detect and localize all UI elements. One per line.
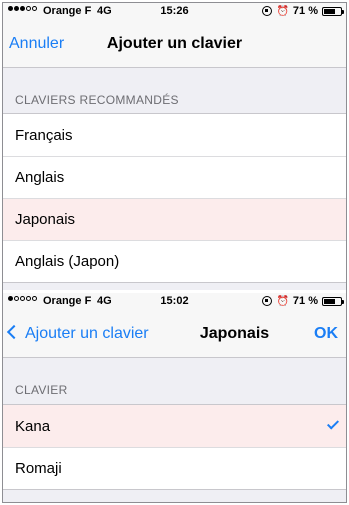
section-header-recommended: CLAVIERS RECOMMANDÉS [15, 93, 179, 107]
page-title: Ajouter un clavier [106, 35, 243, 52]
list-item-label: Français [15, 126, 73, 144]
ok-button[interactable]: OK [314, 325, 338, 343]
checkmark-icon [326, 417, 340, 430]
battery-percent: 71 % [292, 5, 318, 17]
alarm-icon: ⏰ [276, 5, 289, 17]
battery-percent: 71 % [292, 295, 318, 307]
keyboard-type-list: Kana Romaji [3, 404, 346, 490]
list-item-label: Romaji [15, 459, 62, 477]
list-item-anglais[interactable]: Anglais [3, 156, 346, 198]
page-title: Japonais [199, 325, 270, 342]
list-item-romaji[interactable]: Romaji [3, 447, 346, 489]
navigation-bar: Annuler Ajouter un clavier [3, 20, 346, 68]
list-item-kana[interactable]: Kana [3, 405, 346, 447]
list-item-label: Anglais [15, 168, 65, 186]
screenshot-frame: Orange F 4G 15:26 ⏰ 71 % Annuler Ajouter… [2, 2, 347, 503]
list-item-anglais-japon[interactable]: Anglais (Japon) [3, 240, 346, 282]
list-item-label: Anglais (Japon) [15, 252, 120, 270]
list-item-label: Kana [15, 417, 51, 435]
section-header-clavier: CLAVIER [15, 383, 68, 397]
recommended-keyboards-list: Français Anglais Japonais Anglais (Japon… [3, 113, 346, 283]
battery-icon [322, 296, 344, 306]
status-bar: Orange F 4G 15:02 ⏰ 71 % [3, 293, 346, 310]
list-item-label: Japonais [15, 210, 76, 228]
rotation-lock-icon [262, 296, 273, 306]
navigation-bar: Ajouter un clavier Japonais OK [3, 310, 346, 358]
list-item-japonais[interactable]: Japonais [3, 198, 346, 240]
alarm-icon: ⏰ [276, 295, 289, 307]
status-bar: Orange F 4G 15:26 ⏰ 71 % [3, 3, 346, 20]
list-item-francais[interactable]: Français [3, 114, 346, 156]
battery-icon [322, 6, 344, 16]
chevron-left-icon [6, 324, 22, 340]
rotation-lock-icon [262, 6, 273, 16]
